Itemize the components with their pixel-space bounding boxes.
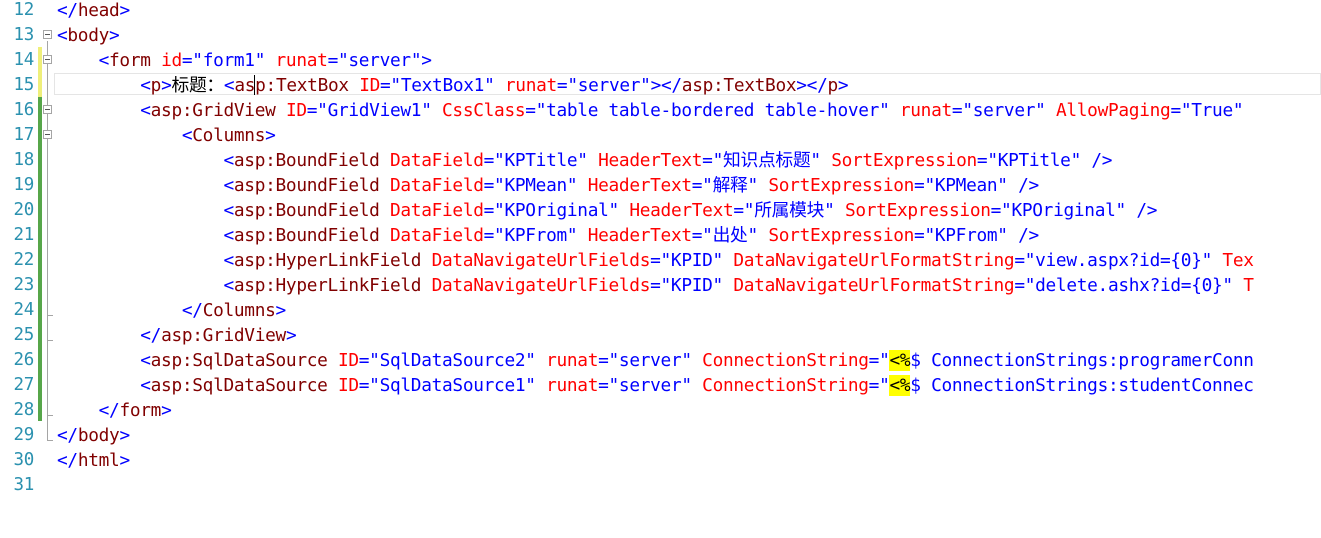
code-text[interactable]: <form id="form1" runat="server"> [57, 48, 432, 73]
line-number: 15 [13, 75, 35, 95]
line-number: 23 [13, 275, 35, 295]
text-caret [254, 75, 255, 95]
code-line[interactable]: 15 <p>标题：<asp:TextBox ID="TextBox1" runa… [0, 73, 1321, 98]
code-line[interactable]: 19 <asp:BoundField DataField="KPMean" He… [0, 173, 1321, 198]
code-line[interactable]: 30 </html> [0, 448, 1321, 473]
code-line[interactable]: 13 <body> [0, 23, 1321, 48]
code-text[interactable]: <asp:HyperLinkField DataNavigateUrlField… [57, 248, 1253, 273]
collapse-icon[interactable] [43, 30, 52, 39]
line-number: 22 [13, 250, 35, 270]
line-number: 25 [13, 325, 35, 345]
code-line[interactable]: 14 <form id="form1" runat="server"> [0, 48, 1321, 73]
code-line[interactable]: 16 <asp:GridView ID="GridView1" CssClass… [0, 98, 1321, 123]
code-text[interactable]: <asp:HyperLinkField DataNavigateUrlField… [57, 273, 1253, 298]
line-number: 14 [13, 50, 35, 70]
line-number: 29 [13, 425, 35, 445]
collapse-icon[interactable] [43, 55, 52, 64]
line-number: 21 [13, 225, 35, 245]
code-text[interactable]: <asp:BoundField DataField="KPTitle" Head… [57, 148, 1112, 173]
code-text[interactable]: </html> [57, 448, 130, 473]
line-number: 19 [13, 175, 35, 195]
code-line[interactable]: 20 <asp:BoundField DataField="KPOriginal… [0, 198, 1321, 223]
code-line[interactable]: 18 <asp:BoundField DataField="KPTitle" H… [0, 148, 1321, 173]
line-number: 17 [13, 125, 35, 145]
code-line[interactable]: 25 </asp:GridView> [0, 323, 1321, 348]
line-number: 26 [13, 350, 35, 370]
line-number: 27 [13, 375, 35, 395]
line-number: 31 [13, 475, 35, 495]
code-line[interactable]: 29 </body> [0, 423, 1321, 448]
code-line[interactable]: 21 <asp:BoundField DataField="KPFrom" He… [0, 223, 1321, 248]
code-text[interactable]: <body> [57, 23, 120, 48]
code-line[interactable]: 26 <asp:SqlDataSource ID="SqlDataSource2… [0, 348, 1321, 373]
code-line[interactable]: 24 </Columns> [0, 298, 1321, 323]
code-text[interactable]: <asp:BoundField DataField="KPOriginal" H… [57, 198, 1157, 223]
code-line[interactable]: 22 <asp:HyperLinkField DataNavigateUrlFi… [0, 248, 1321, 273]
line-number: 13 [13, 25, 35, 45]
code-text[interactable]: <asp:BoundField DataField="KPFrom" Heade… [57, 223, 1039, 248]
code-text[interactable]: <p>标题：<asp:TextBox ID="TextBox1" runat="… [57, 73, 848, 98]
code-text[interactable]: <Columns> [57, 123, 276, 148]
code-text[interactable]: </head> [57, 0, 130, 23]
code-line[interactable]: 17 <Columns> [0, 123, 1321, 148]
line-number: 30 [13, 450, 35, 470]
code-text[interactable]: </body> [57, 423, 130, 448]
code-text[interactable]: </asp:GridView> [57, 323, 296, 348]
code-text[interactable]: </Columns> [57, 298, 286, 323]
line-number: 28 [13, 400, 35, 420]
code-line[interactable]: 27 <asp:SqlDataSource ID="SqlDataSource1… [0, 373, 1321, 398]
code-line[interactable]: 28 </form> [0, 398, 1321, 423]
collapse-icon[interactable] [43, 105, 52, 114]
line-number: 24 [13, 300, 35, 320]
code-line[interactable]: 12 </head> [0, 0, 1321, 23]
line-number: 20 [13, 200, 35, 220]
code-text[interactable]: <asp:BoundField DataField="KPMean" Heade… [57, 173, 1039, 198]
code-text[interactable]: <asp:SqlDataSource ID="SqlDataSource2" r… [57, 348, 1254, 373]
line-number: 18 [13, 150, 35, 170]
collapse-icon[interactable] [43, 130, 52, 139]
line-number: 16 [13, 100, 35, 120]
code-line[interactable]: 31 [0, 473, 1321, 498]
code-line[interactable]: 23 <asp:HyperLinkField DataNavigateUrlFi… [0, 273, 1321, 298]
code-text[interactable]: <asp:SqlDataSource ID="SqlDataSource1" r… [57, 373, 1254, 398]
code-text[interactable]: </form> [57, 398, 172, 423]
line-number: 12 [13, 0, 35, 20]
code-text[interactable]: <asp:GridView ID="GridView1" CssClass="t… [57, 98, 1243, 123]
code-editor[interactable]: 12 </head> 13 <body> 14 <form id="form1" run… [0, 0, 1321, 538]
